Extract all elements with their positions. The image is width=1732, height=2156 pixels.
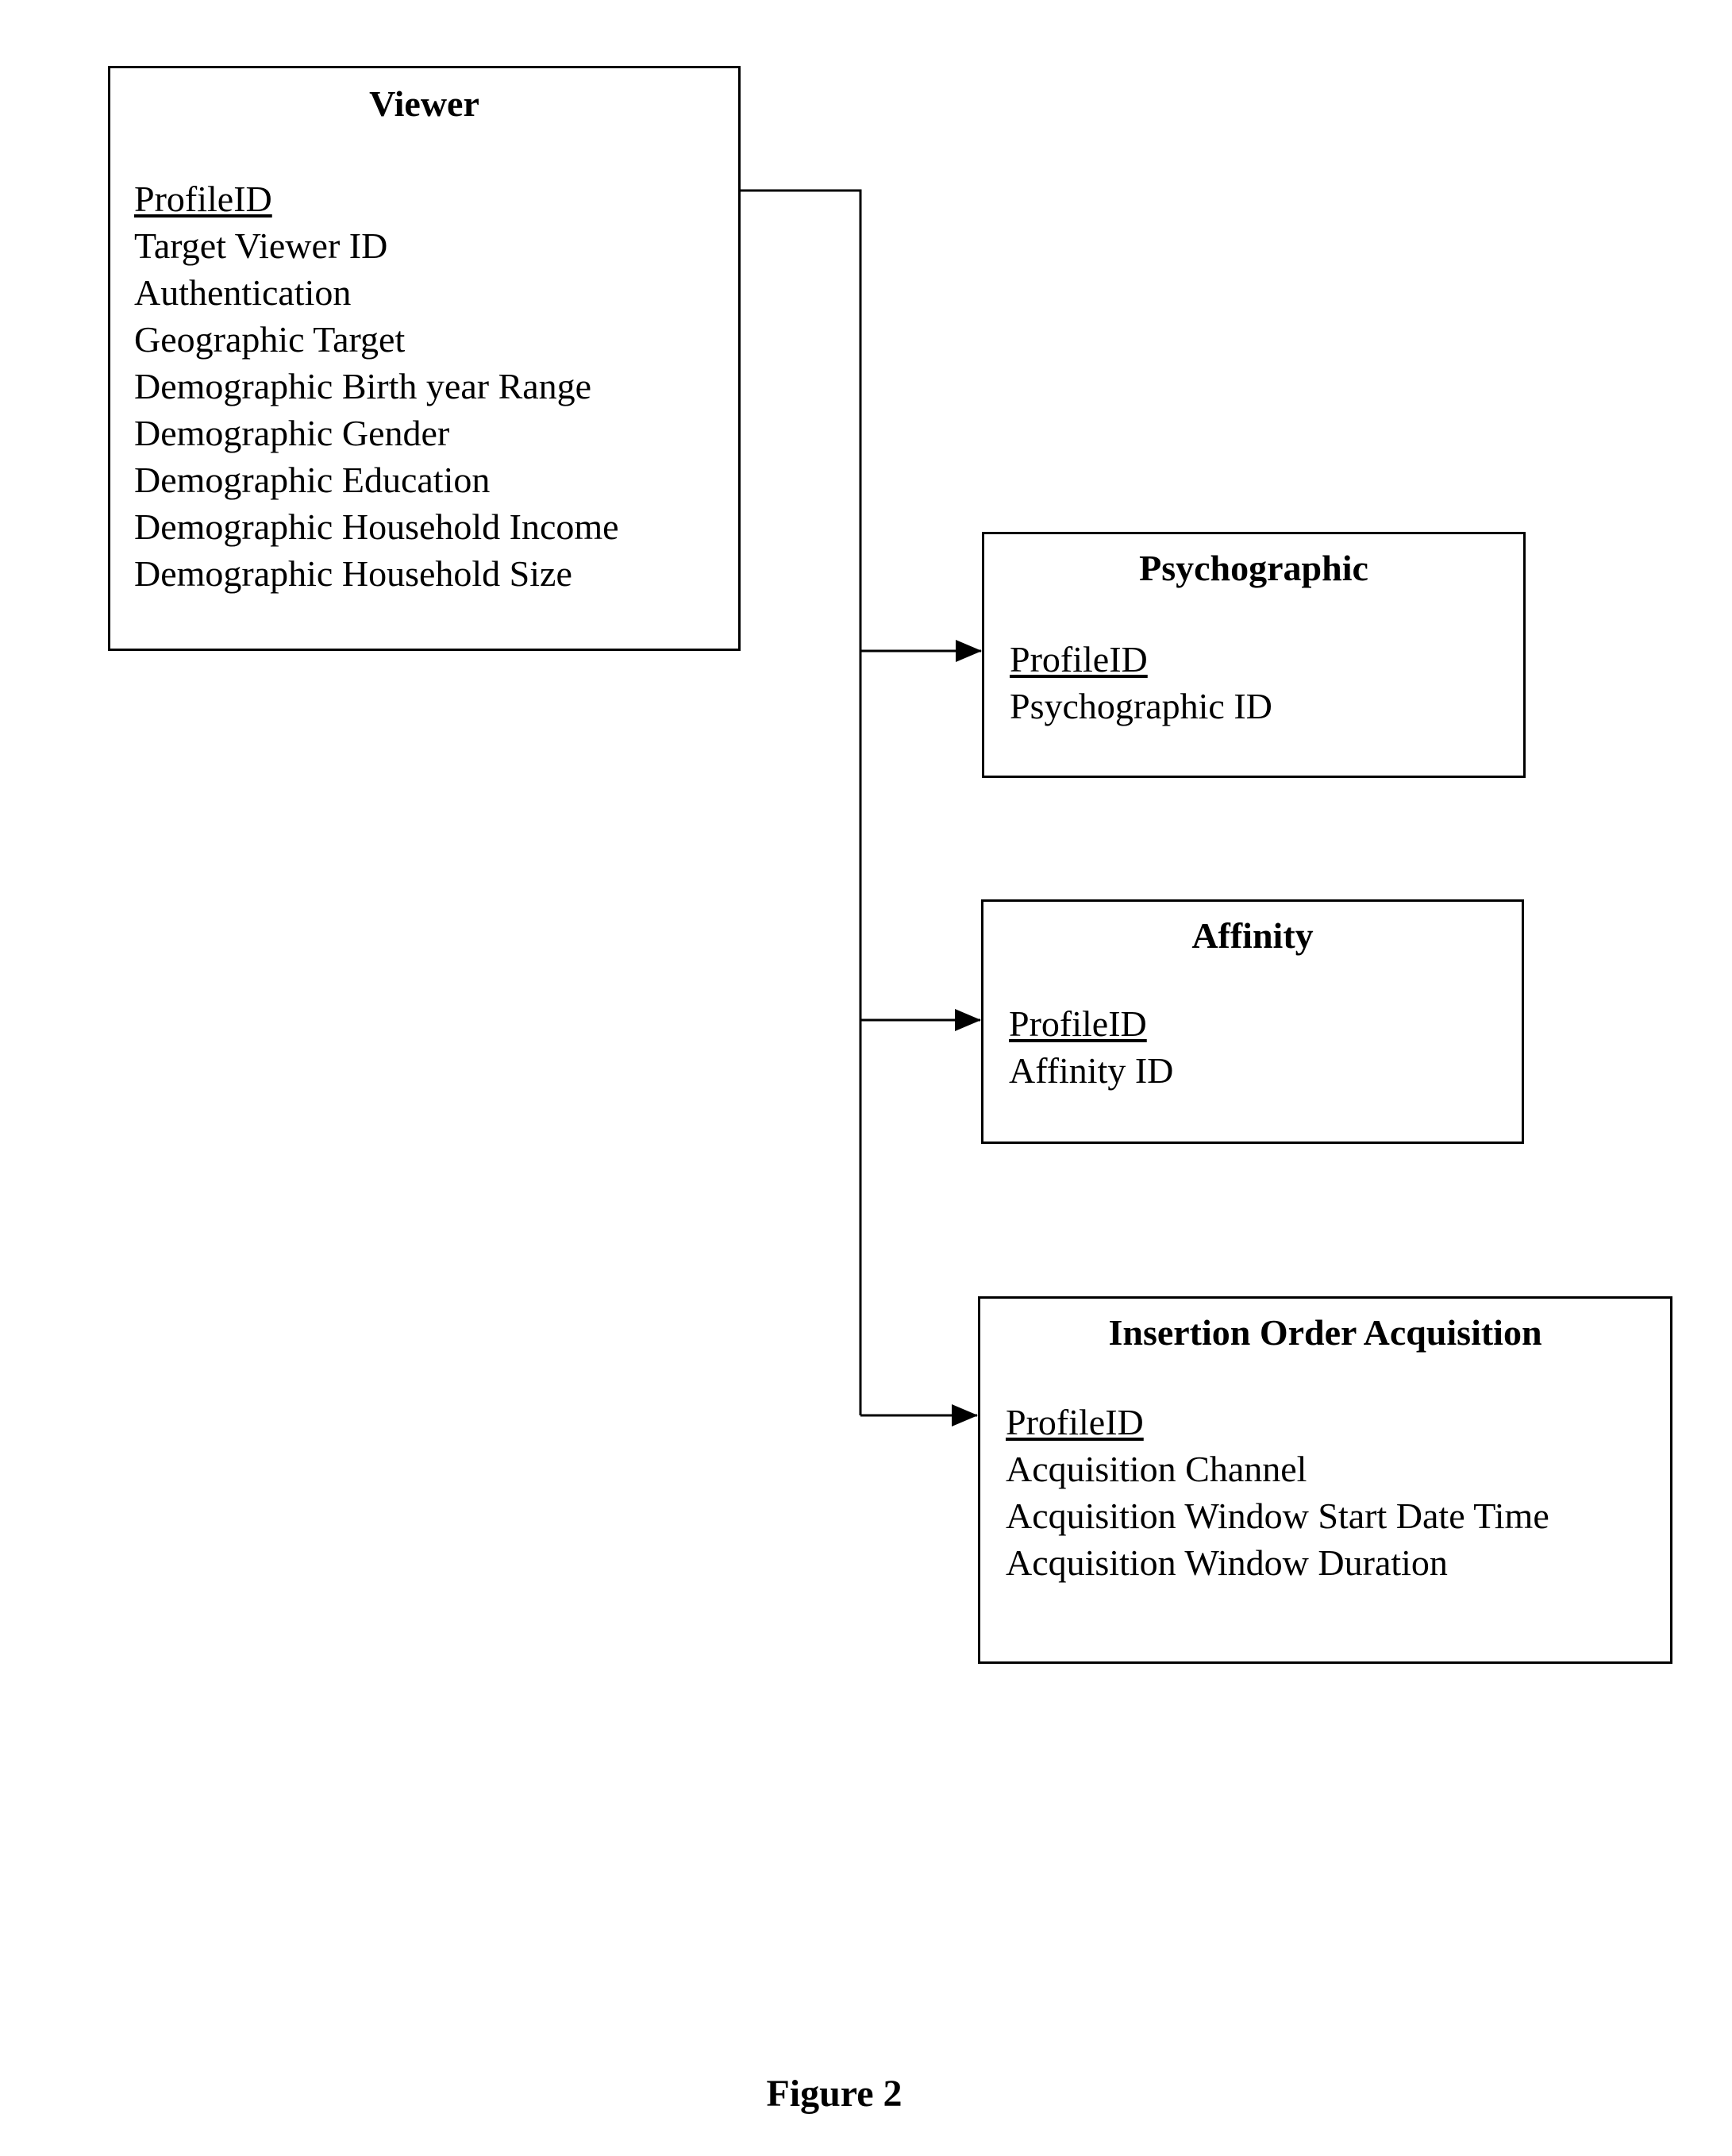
- field: Demographic Birth year Range: [134, 366, 592, 406]
- field: Affinity ID: [1009, 1050, 1174, 1091]
- entity-fields: ProfileID Target Viewer ID Authenticatio…: [134, 175, 619, 597]
- field: Demographic Household Income: [134, 506, 619, 547]
- field: Psychographic ID: [1010, 686, 1272, 726]
- entity-fields: ProfileID Affinity ID: [1009, 1000, 1173, 1094]
- field: Demographic Gender: [134, 413, 450, 453]
- primary-key-field: ProfileID: [1006, 1402, 1144, 1442]
- entity-viewer: Viewer ProfileID Target Viewer ID Authen…: [108, 66, 741, 651]
- viewer-trunk-line: [741, 189, 862, 1415]
- entity-title: Affinity: [1191, 915, 1314, 956]
- entity-fields: ProfileID Psychographic ID: [1010, 636, 1272, 730]
- entity-title: Psychographic: [1139, 548, 1368, 588]
- arrowhead-affinity-icon: [955, 1009, 981, 1031]
- entity-psychographic: Psychographic ProfileID Psychographic ID: [982, 532, 1526, 778]
- entity-title: Viewer: [369, 83, 479, 124]
- field: Acquisition Channel: [1006, 1449, 1307, 1489]
- entity-insertion-order-acquisition: Insertion Order Acquisition ProfileID Ac…: [978, 1296, 1672, 1664]
- field: Geographic Target: [134, 319, 406, 360]
- primary-key-field: ProfileID: [1009, 1003, 1147, 1044]
- field: Authentication: [134, 272, 352, 313]
- entity-fields: ProfileID Acquisition Channel Acquisitio…: [1006, 1399, 1549, 1586]
- field: Target Viewer ID: [134, 225, 388, 266]
- field: Demographic Education: [134, 460, 491, 500]
- entity-title: Insertion Order Acquisition: [1108, 1312, 1542, 1353]
- field: Acquisition Window Start Date Time: [1006, 1496, 1549, 1536]
- field: Acquisition Window Duration: [1006, 1542, 1448, 1583]
- primary-key-field: ProfileID: [134, 179, 272, 219]
- primary-key-field: ProfileID: [1010, 639, 1148, 680]
- arrowhead-insertion-order-icon: [952, 1404, 978, 1426]
- arrowhead-psychographic-icon: [956, 640, 982, 662]
- entity-affinity: Affinity ProfileID Affinity ID: [981, 899, 1524, 1144]
- field: Demographic Household Size: [134, 553, 572, 594]
- figure-caption: Figure 2: [766, 2073, 903, 2115]
